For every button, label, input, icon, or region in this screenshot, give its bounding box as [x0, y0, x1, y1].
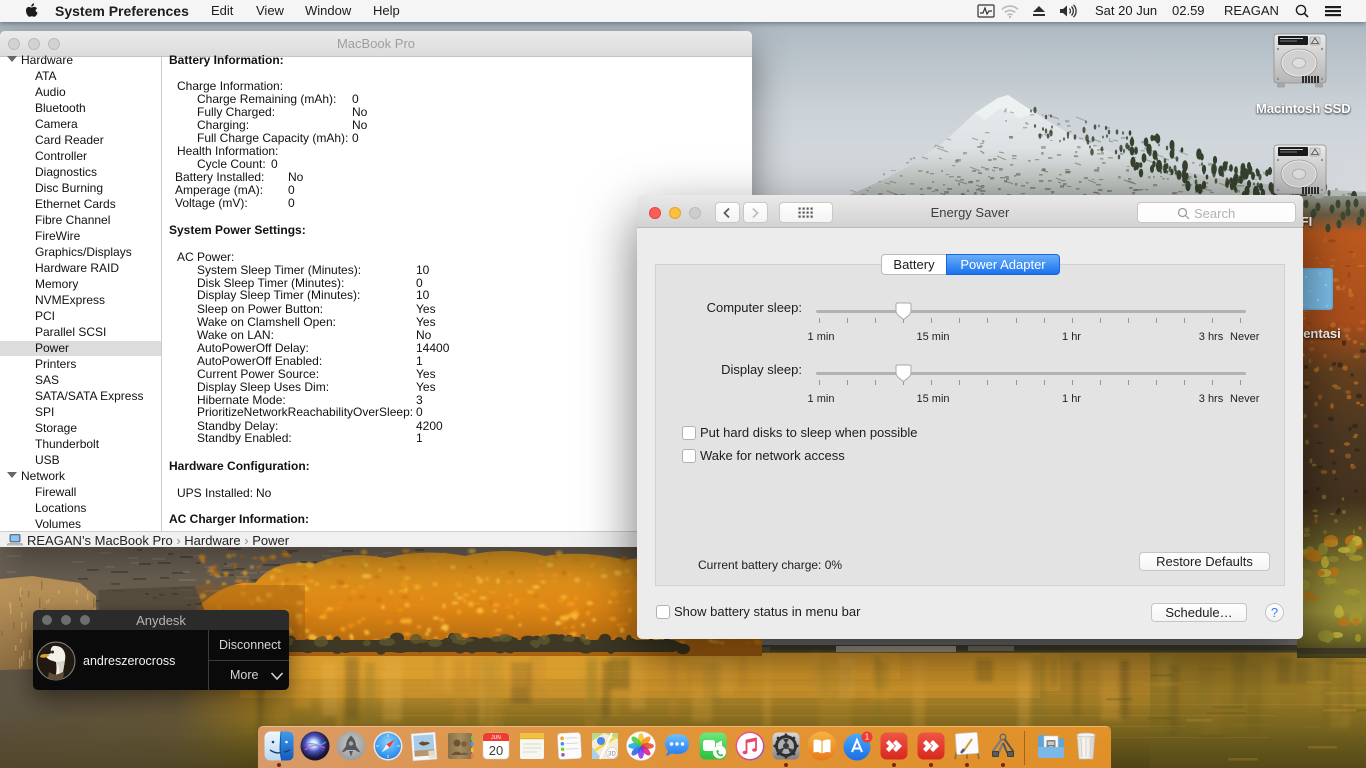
svg-text:1: 1: [865, 733, 870, 742]
svg-text:JUN: JUN: [491, 735, 501, 741]
svg-text:3D: 3D: [608, 752, 616, 758]
svg-text:20: 20: [489, 743, 503, 758]
